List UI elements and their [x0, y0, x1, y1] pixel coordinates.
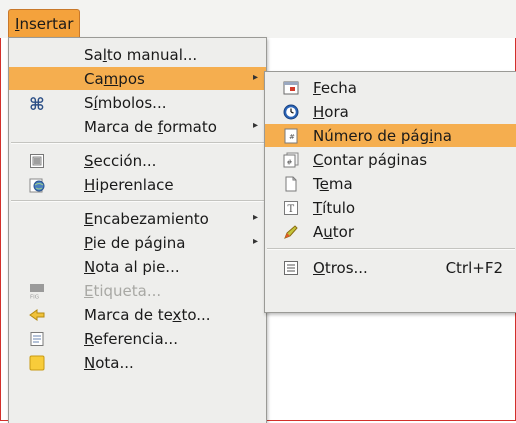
menu-item-label: Otros... — [313, 259, 368, 277]
menu-item-nota-al-pie[interactable]: Nota al pie... — [9, 255, 266, 278]
menu-item-label: Salto manual... — [84, 46, 198, 64]
menu-item-pie-de-pagina[interactable]: Pie de página ▸ — [9, 231, 266, 254]
hyperlink-globe-icon — [29, 177, 45, 193]
command-symbol-icon: ⌘ — [29, 95, 45, 115]
menu-separator — [267, 248, 515, 250]
menu-item-label: Nota... — [84, 354, 134, 372]
menu-item-label: Título — [313, 199, 356, 217]
svg-text:⌘: ⌘ — [29, 95, 45, 113]
submenu-item-tema[interactable]: Tema — [265, 172, 516, 195]
menu-insertar[interactable]: Insertar — [8, 9, 81, 38]
menu-item-label: Número de página — [313, 127, 452, 145]
submenu-item-titulo[interactable]: T Título — [265, 196, 516, 219]
menu-item-salto-manual[interactable]: Salto manual... — [9, 43, 266, 66]
menu-item-label: Fecha — [313, 79, 357, 97]
menu-item-simbolos[interactable]: ⌘ Símbolos... — [9, 91, 266, 115]
cross-reference-icon — [29, 331, 45, 347]
svg-text:#: # — [289, 133, 295, 141]
page-number-icon: # — [283, 128, 299, 144]
svg-text:#: # — [287, 159, 293, 167]
svg-text:FIG: FIG — [30, 295, 39, 300]
section-icon — [29, 153, 45, 169]
calendar-icon — [283, 80, 299, 96]
menu-item-marca-de-formato[interactable]: Marca de formato ▸ — [9, 115, 266, 138]
menu-item-label: Tema — [313, 175, 353, 193]
menu-item-marca-de-texto[interactable]: Marca de texto... — [9, 303, 266, 326]
menu-item-label: Nota al pie... — [84, 258, 180, 276]
menu-item-label: Campos — [84, 70, 145, 88]
subject-document-icon — [283, 176, 299, 192]
menu-item-label: Marca de formato — [84, 118, 217, 136]
menu-separator — [11, 142, 264, 144]
submenu-item-contar-paginas[interactable]: # Contar páginas — [265, 148, 516, 171]
campos-submenu: Fecha Hora # Número de página # Contar p… — [264, 71, 516, 313]
menu-insertar-label: Insertar — [15, 15, 74, 33]
menu-item-label: Etiqueta... — [84, 282, 162, 300]
menu-item-label: Sección... — [84, 152, 157, 170]
submenu-arrow-icon: ▸ — [252, 120, 258, 131]
keyboard-shortcut: Ctrl+F2 — [445, 259, 503, 277]
submenu-item-autor[interactable]: Autor — [265, 220, 516, 243]
submenu-arrow-icon: ▸ — [252, 236, 258, 247]
clock-icon — [283, 104, 299, 120]
menu-item-nota[interactable]: Nota... — [9, 351, 266, 374]
menu-item-referencia[interactable]: Referencia... — [9, 327, 266, 350]
menu-item-label: Hiperenlace — [84, 176, 174, 194]
note-icon — [29, 355, 45, 371]
submenu-item-numero-de-pagina[interactable]: # Número de página — [265, 124, 516, 147]
menu-item-campos[interactable]: Campos ▸ — [9, 67, 266, 90]
author-pen-icon — [283, 224, 299, 240]
menu-separator — [11, 200, 264, 202]
submenu-item-fecha[interactable]: Fecha — [265, 76, 516, 99]
menu-item-label: Contar páginas — [313, 151, 428, 169]
menu-item-label: Autor — [313, 223, 355, 241]
menu-item-etiqueta: FIG Etiqueta... — [9, 279, 266, 302]
insert-menu: Salto manual... Campos ▸ ⌘ Símbolos... M… — [8, 37, 267, 423]
menu-item-label: Pie de página — [84, 234, 186, 252]
submenu-arrow-icon: ▸ — [252, 72, 258, 83]
menu-item-seccion[interactable]: Sección... — [9, 149, 266, 172]
page-count-icon: # — [283, 152, 299, 168]
menu-item-hiperenlace[interactable]: Hiperenlace — [9, 173, 266, 196]
title-text-icon: T — [283, 200, 299, 216]
caption-icon: FIG — [29, 283, 45, 301]
submenu-item-otros[interactable]: Otros... Ctrl+F2 — [265, 256, 516, 279]
menu-item-label: Referencia... — [84, 330, 178, 348]
svg-text:T: T — [288, 204, 295, 215]
menu-item-label: Encabezamiento — [84, 210, 209, 228]
menu-item-label: Marca de texto... — [84, 306, 211, 324]
submenu-item-hora[interactable]: Hora — [265, 100, 516, 123]
menu-bar: Insertar — [0, 0, 516, 38]
submenu-arrow-icon: ▸ — [252, 212, 258, 223]
menu-item-encabezamiento[interactable]: Encabezamiento ▸ — [9, 207, 266, 230]
menu-item-label: Símbolos... — [84, 94, 167, 112]
menu-item-label: Hora — [313, 103, 349, 121]
fields-dialog-icon — [283, 260, 299, 276]
bookmark-arrow-icon — [29, 307, 45, 323]
